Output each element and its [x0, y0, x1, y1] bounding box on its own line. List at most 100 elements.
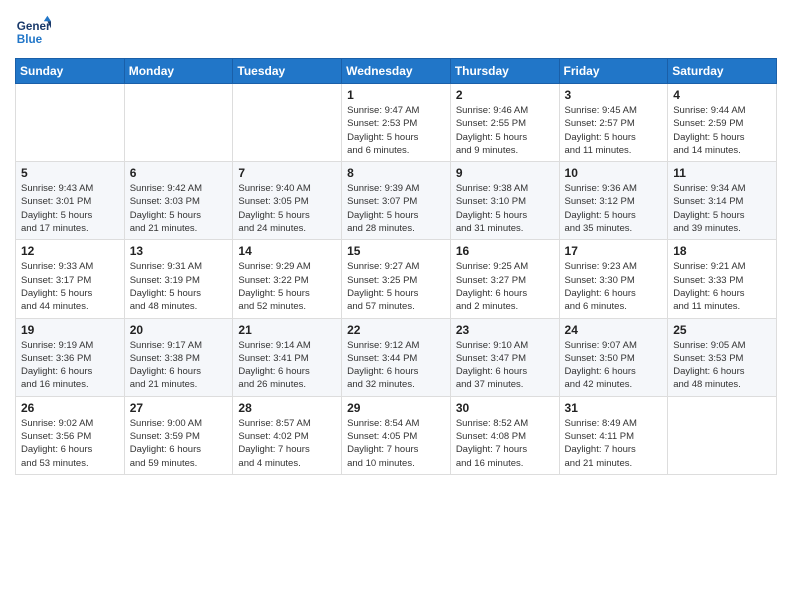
day-number: 21	[238, 323, 336, 337]
day-number: 30	[456, 401, 554, 415]
day-info: Sunrise: 9:42 AM Sunset: 3:03 PM Dayligh…	[130, 182, 228, 235]
day-number: 20	[130, 323, 228, 337]
day-info: Sunrise: 9:17 AM Sunset: 3:38 PM Dayligh…	[130, 339, 228, 392]
calendar-cell: 24 Sunrise: 9:07 AM Sunset: 3:50 PM Dayli…	[559, 318, 668, 396]
day-number: 14	[238, 244, 336, 258]
day-info: Sunrise: 9:40 AM Sunset: 3:05 PM Dayligh…	[238, 182, 336, 235]
calendar-cell: 23 Sunrise: 9:10 AM Sunset: 3:47 PM Dayli…	[450, 318, 559, 396]
day-number: 6	[130, 166, 228, 180]
day-number: 1	[347, 88, 445, 102]
day-number: 31	[565, 401, 663, 415]
calendar-cell: 1 Sunrise: 9:47 AM Sunset: 2:53 PM Daylig…	[342, 84, 451, 162]
day-number: 3	[565, 88, 663, 102]
day-number: 23	[456, 323, 554, 337]
day-info: Sunrise: 9:33 AM Sunset: 3:17 PM Dayligh…	[21, 260, 119, 313]
day-number: 8	[347, 166, 445, 180]
day-number: 25	[673, 323, 771, 337]
day-info: Sunrise: 9:05 AM Sunset: 3:53 PM Dayligh…	[673, 339, 771, 392]
calendar-cell: 8 Sunrise: 9:39 AM Sunset: 3:07 PM Daylig…	[342, 162, 451, 240]
week-row-5: 26 Sunrise: 9:02 AM Sunset: 3:56 PM Dayli…	[16, 396, 777, 474]
weekday-header-wednesday: Wednesday	[342, 59, 451, 84]
day-number: 15	[347, 244, 445, 258]
day-info: Sunrise: 9:47 AM Sunset: 2:53 PM Dayligh…	[347, 104, 445, 157]
day-info: Sunrise: 9:27 AM Sunset: 3:25 PM Dayligh…	[347, 260, 445, 313]
day-info: Sunrise: 9:14 AM Sunset: 3:41 PM Dayligh…	[238, 339, 336, 392]
day-number: 13	[130, 244, 228, 258]
calendar-cell: 25 Sunrise: 9:05 AM Sunset: 3:53 PM Dayli…	[668, 318, 777, 396]
day-number: 18	[673, 244, 771, 258]
day-number: 12	[21, 244, 119, 258]
day-number: 26	[21, 401, 119, 415]
day-info: Sunrise: 8:54 AM Sunset: 4:05 PM Dayligh…	[347, 417, 445, 470]
day-info: Sunrise: 9:07 AM Sunset: 3:50 PM Dayligh…	[565, 339, 663, 392]
day-info: Sunrise: 8:49 AM Sunset: 4:11 PM Dayligh…	[565, 417, 663, 470]
weekday-header-thursday: Thursday	[450, 59, 559, 84]
day-number: 4	[673, 88, 771, 102]
calendar-cell: 4 Sunrise: 9:44 AM Sunset: 2:59 PM Daylig…	[668, 84, 777, 162]
day-info: Sunrise: 9:02 AM Sunset: 3:56 PM Dayligh…	[21, 417, 119, 470]
calendar-cell: 14 Sunrise: 9:29 AM Sunset: 3:22 PM Dayli…	[233, 240, 342, 318]
day-number: 22	[347, 323, 445, 337]
logo: General Blue	[15, 14, 51, 50]
svg-text:General: General	[17, 20, 51, 33]
weekday-header-friday: Friday	[559, 59, 668, 84]
day-number: 28	[238, 401, 336, 415]
day-info: Sunrise: 9:44 AM Sunset: 2:59 PM Dayligh…	[673, 104, 771, 157]
day-info: Sunrise: 9:00 AM Sunset: 3:59 PM Dayligh…	[130, 417, 228, 470]
day-number: 29	[347, 401, 445, 415]
day-info: Sunrise: 9:45 AM Sunset: 2:57 PM Dayligh…	[565, 104, 663, 157]
calendar-cell	[124, 84, 233, 162]
page: General Blue SundayMondayTuesdayWednesda…	[0, 0, 792, 612]
calendar-cell: 11 Sunrise: 9:34 AM Sunset: 3:14 PM Dayli…	[668, 162, 777, 240]
calendar-cell: 9 Sunrise: 9:38 AM Sunset: 3:10 PM Daylig…	[450, 162, 559, 240]
day-number: 5	[21, 166, 119, 180]
calendar-table: SundayMondayTuesdayWednesdayThursdayFrid…	[15, 58, 777, 475]
day-number: 11	[673, 166, 771, 180]
weekday-header-saturday: Saturday	[668, 59, 777, 84]
header: General Blue	[15, 10, 777, 50]
week-row-4: 19Sunrise: 9:19 AM Sunset: 3:36 PM Dayli…	[16, 318, 777, 396]
day-info: Sunrise: 9:38 AM Sunset: 3:10 PM Dayligh…	[456, 182, 554, 235]
day-info: Sunrise: 9:34 AM Sunset: 3:14 PM Dayligh…	[673, 182, 771, 235]
day-info: Sunrise: 9:39 AM Sunset: 3:07 PM Dayligh…	[347, 182, 445, 235]
day-info: Sunrise: 9:25 AM Sunset: 3:27 PM Dayligh…	[456, 260, 554, 313]
calendar-cell: 18 Sunrise: 9:21 AM Sunset: 3:33 PM Dayli…	[668, 240, 777, 318]
week-row-1: 1 Sunrise: 9:47 AM Sunset: 2:53 PM Daylig…	[16, 84, 777, 162]
day-number: 17	[565, 244, 663, 258]
calendar-cell: 2Sunrise: 9:46 AM Sunset: 2:55 PM Daylig…	[450, 84, 559, 162]
calendar-cell: 27 Sunrise: 9:00 AM Sunset: 3:59 PM Dayli…	[124, 396, 233, 474]
day-info: Sunrise: 9:21 AM Sunset: 3:33 PM Dayligh…	[673, 260, 771, 313]
weekday-header-monday: Monday	[124, 59, 233, 84]
day-info: Sunrise: 8:52 AM Sunset: 4:08 PM Dayligh…	[456, 417, 554, 470]
calendar-cell: 13 Sunrise: 9:31 AM Sunset: 3:19 PM Dayli…	[124, 240, 233, 318]
calendar-cell: 21 Sunrise: 9:14 AM Sunset: 3:41 PM Dayli…	[233, 318, 342, 396]
day-number: 16	[456, 244, 554, 258]
day-number: 9	[456, 166, 554, 180]
week-row-2: 5Sunrise: 9:43 AM Sunset: 3:01 PM Daylig…	[16, 162, 777, 240]
day-info: Sunrise: 9:31 AM Sunset: 3:19 PM Dayligh…	[130, 260, 228, 313]
weekday-header-tuesday: Tuesday	[233, 59, 342, 84]
day-number: 10	[565, 166, 663, 180]
day-info: Sunrise: 9:19 AM Sunset: 3:36 PM Dayligh…	[21, 339, 119, 392]
calendar-cell: 3 Sunrise: 9:45 AM Sunset: 2:57 PM Daylig…	[559, 84, 668, 162]
day-number: 24	[565, 323, 663, 337]
calendar-cell: 20 Sunrise: 9:17 AM Sunset: 3:38 PM Dayli…	[124, 318, 233, 396]
day-number: 27	[130, 401, 228, 415]
day-info: Sunrise: 9:29 AM Sunset: 3:22 PM Dayligh…	[238, 260, 336, 313]
day-info: Sunrise: 8:57 AM Sunset: 4:02 PM Dayligh…	[238, 417, 336, 470]
calendar-cell: 10 Sunrise: 9:36 AM Sunset: 3:12 PM Dayli…	[559, 162, 668, 240]
calendar-cell: 12 Sunrise: 9:33 AM Sunset: 3:17 PM Dayli…	[16, 240, 125, 318]
calendar-cell: 30 Sunrise: 8:52 AM Sunset: 4:08 PM Dayli…	[450, 396, 559, 474]
day-info: Sunrise: 9:36 AM Sunset: 3:12 PM Dayligh…	[565, 182, 663, 235]
day-info: Sunrise: 9:10 AM Sunset: 3:47 PM Dayligh…	[456, 339, 554, 392]
calendar-cell: 19Sunrise: 9:19 AM Sunset: 3:36 PM Dayli…	[16, 318, 125, 396]
day-number: 2	[456, 88, 554, 102]
calendar-cell	[668, 396, 777, 474]
calendar-cell: 28 Sunrise: 8:57 AM Sunset: 4:02 PM Dayli…	[233, 396, 342, 474]
calendar-cell: 16 Sunrise: 9:25 AM Sunset: 3:27 PM Dayli…	[450, 240, 559, 318]
calendar-cell	[233, 84, 342, 162]
calendar-cell: 5Sunrise: 9:43 AM Sunset: 3:01 PM Daylig…	[16, 162, 125, 240]
day-info: Sunrise: 9:12 AM Sunset: 3:44 PM Dayligh…	[347, 339, 445, 392]
calendar-cell: 22 Sunrise: 9:12 AM Sunset: 3:44 PM Dayli…	[342, 318, 451, 396]
calendar-cell: 17Sunrise: 9:23 AM Sunset: 3:30 PM Dayli…	[559, 240, 668, 318]
